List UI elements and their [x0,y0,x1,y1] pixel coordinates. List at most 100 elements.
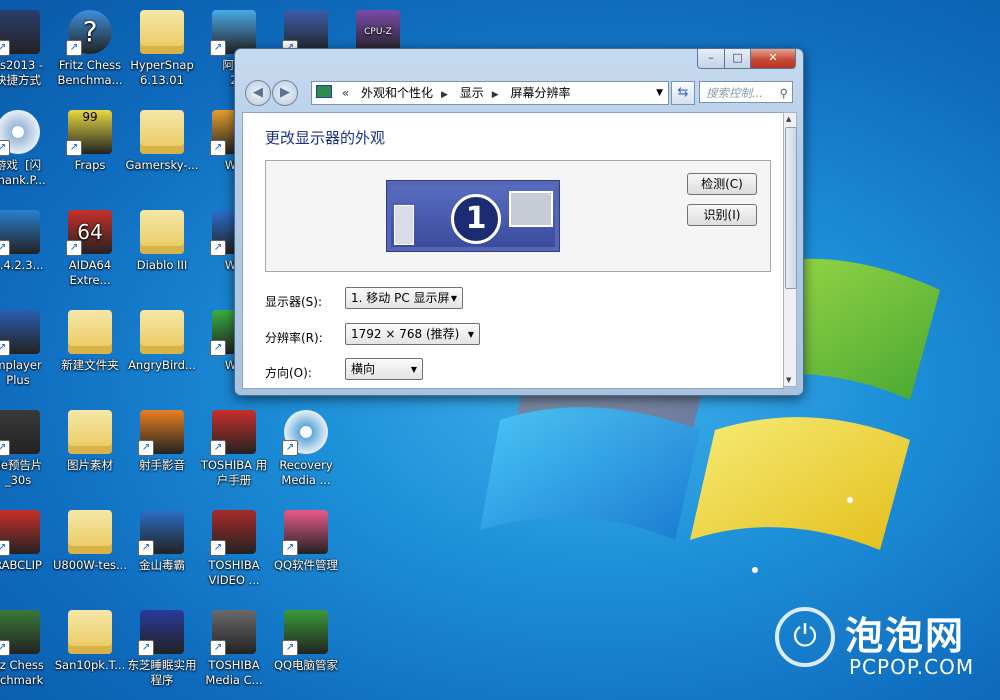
desktop-icon[interactable]: ↗ TOSHIBA Media C... [196,606,272,698]
shortcut-arrow-icon: ↗ [210,240,226,256]
identify-button[interactable]: 识别(I) [687,204,757,226]
desktop: { "desktop_icons": [ {"label": "es2013 -… [0,0,1000,700]
close-button[interactable]: ✕ [750,49,796,69]
fraps-icon: 99 ↗ [66,110,112,156]
shortcut-arrow-icon: ↗ [66,40,82,56]
desktop-icon[interactable]: ↗ QQ电脑管家 [268,606,344,698]
disc-icon: ↗ [0,110,40,156]
shortcut-arrow-icon: ↗ [0,240,10,256]
scroll-down-icon[interactable]: ▼ [786,376,791,384]
desktop-icon[interactable]: 64 ↗ AIDA64 Extre... [52,206,128,298]
desktop-icon-label: 东芝睡眠实用 程序 [127,658,197,687]
breadcrumb-resolution[interactable]: 屏幕分辨率 [511,82,571,104]
shortcut-arrow-icon: ↗ [282,540,298,556]
breadcrumb-display[interactable]: 显示 [460,82,484,104]
back-button[interactable]: ◀ [245,80,271,106]
maximize-button[interactable]: □ [724,49,751,69]
shortcut-arrow-icon: ↗ [66,140,82,156]
orientation-select[interactable]: 横向 ▼ [345,358,423,380]
window-thumbnail-icon [509,191,553,227]
desktop-icon[interactable]: ↗ 3.4.2.3... [0,206,56,298]
game-icon: ↗ [0,10,40,56]
window-thumbnail-icon [394,205,414,245]
folder-icon [68,510,112,554]
chevron-right-icon: ▶ [441,90,448,100]
shortcut-arrow-icon: ↗ [282,440,298,456]
shortcut-arrow-icon: ↗ [210,140,226,156]
desktop-icon[interactable]: ↗ RABCLIP [0,506,56,598]
dropdown-arrow-icon: ▼ [410,365,417,374]
address-bar[interactable]: « 外观和个性化 ▶ 显示 ▶ 屏幕分辨率 ▼ [311,81,669,105]
chevron-down-icon[interactable]: ▼ [656,82,663,104]
desktop-icon-label: 金山毒霸 [139,558,185,572]
app-icon: ↗ [138,510,184,556]
desktop-icon-label: 图片素材 [67,458,113,472]
aida-icon: 64 ↗ [66,210,112,256]
app-icon: ↗ [0,310,40,356]
desktop-icon-label: TOSHIBA 用 户手册 [200,458,268,487]
dropdown-arrow-icon: ▼ [450,294,457,303]
desktop-icon-label: QQ软件管理 [273,558,339,572]
desktop-icon-label: de预告片 _30s [0,458,43,487]
vertical-scrollbar[interactable]: ▲ ▼ [783,112,797,387]
shortcut-arrow-icon: ↗ [66,240,82,256]
desktop-icon[interactable]: 99 ↗ Fraps [52,106,128,198]
scroll-up-icon[interactable]: ▲ [786,115,791,123]
scrollbar-thumb[interactable] [785,127,797,289]
desktop-icon-label: 新建文件夹 [61,358,119,372]
desktop-icon[interactable]: U800W-tes... [52,506,128,598]
shortcut-arrow-icon: ↗ [210,340,226,356]
desktop-icon[interactable]: ↗ TOSHIBA VIDEO ... [196,506,272,598]
power-icon: ⏻ [775,607,835,667]
desktop-icon[interactable]: AngryBird... [124,306,200,398]
desktop-icon[interactable]: ↗ itz Chess nchmark [0,606,56,698]
desktop-icon-label: AngryBird... [128,358,196,372]
desktop-icon-label: San10pk.T... [54,658,126,672]
dropdown-arrow-icon: ▼ [467,330,474,339]
desktop-icon-label: itz Chess nchmark [0,658,44,687]
desktop-icon[interactable]: ↗ 射手影音 [124,406,200,498]
app-icon: ↗ [138,610,184,656]
shortcut-arrow-icon: ↗ [0,640,10,656]
desktop-icon[interactable]: ↗ Recovery Media ... [268,406,344,498]
shortcut-arrow-icon: ↗ [0,440,10,456]
desktop-icon[interactable]: ↗ es2013 - 快捷方式 [0,6,56,98]
search-input[interactable]: 搜索控制... ⚲ [699,81,793,103]
control-panel-icon [316,85,332,98]
desktop-icon-label: Fraps [74,158,106,172]
shortcut-arrow-icon: ↗ [210,540,226,556]
display-select[interactable]: 1. 移动 PC 显示屏 ▼ [345,287,463,309]
desktop-icon[interactable]: ↗ 游戏 [闪 Shank.P... [0,106,56,198]
desktop-icon[interactable]: Diablo III [124,206,200,298]
desktop-icon-label: HyperSnap 6.13.01 [130,58,194,87]
app-icon: ↗ [282,610,328,656]
desktop-icon[interactable]: ↗ de预告片 _30s [0,406,56,498]
shortcut-arrow-icon: ↗ [0,340,10,356]
desktop-icon[interactable]: San10pk.T... [52,606,128,698]
desktop-icon-label: Diablo III [136,258,188,272]
folder-icon [140,10,184,54]
breadcrumb-appearance[interactable]: 外观和个性化 [361,82,433,104]
desktop-icon[interactable]: ↗ 东芝睡眠实用 程序 [124,606,200,698]
desktop-icon[interactable]: ? ↗ Fritz Chess Benchma... [52,6,128,98]
desktop-icon-label: Gamersky-... [125,158,199,172]
forward-button[interactable]: ▶ [272,80,298,106]
refresh-button[interactable]: ⇆ [671,81,695,105]
minimize-button[interactable]: – [697,49,725,69]
display-label: 显示器(S): [265,295,323,309]
monitor-1-tile[interactable]: 1 [386,180,560,252]
desktop-icon-label: AIDA64 Extre... [68,258,112,287]
desktop-icon-label: es2013 - 快捷方式 [0,58,44,87]
desktop-icon[interactable]: ↗ TOSHIBA 用 户手册 [196,406,272,498]
desktop-icon[interactable]: HyperSnap 6.13.01 [124,6,200,98]
desktop-icon[interactable]: 新建文件夹 [52,306,128,398]
desktop-icon[interactable]: ↗ 金山毒霸 [124,506,200,598]
desktop-icon[interactable]: ↗ QQ软件管理 [268,506,344,598]
detect-button[interactable]: 检测(C) [687,173,757,195]
desktop-icon[interactable]: ↗ mplayer Plus [0,306,56,398]
resolution-select[interactable]: 1792 × 768 (推荐) ▼ [345,323,480,345]
app-icon: ↗ [138,410,184,456]
desktop-icon[interactable]: Gamersky-... [124,106,200,198]
folder-icon [140,310,184,354]
desktop-icon[interactable]: 图片素材 [52,406,128,498]
